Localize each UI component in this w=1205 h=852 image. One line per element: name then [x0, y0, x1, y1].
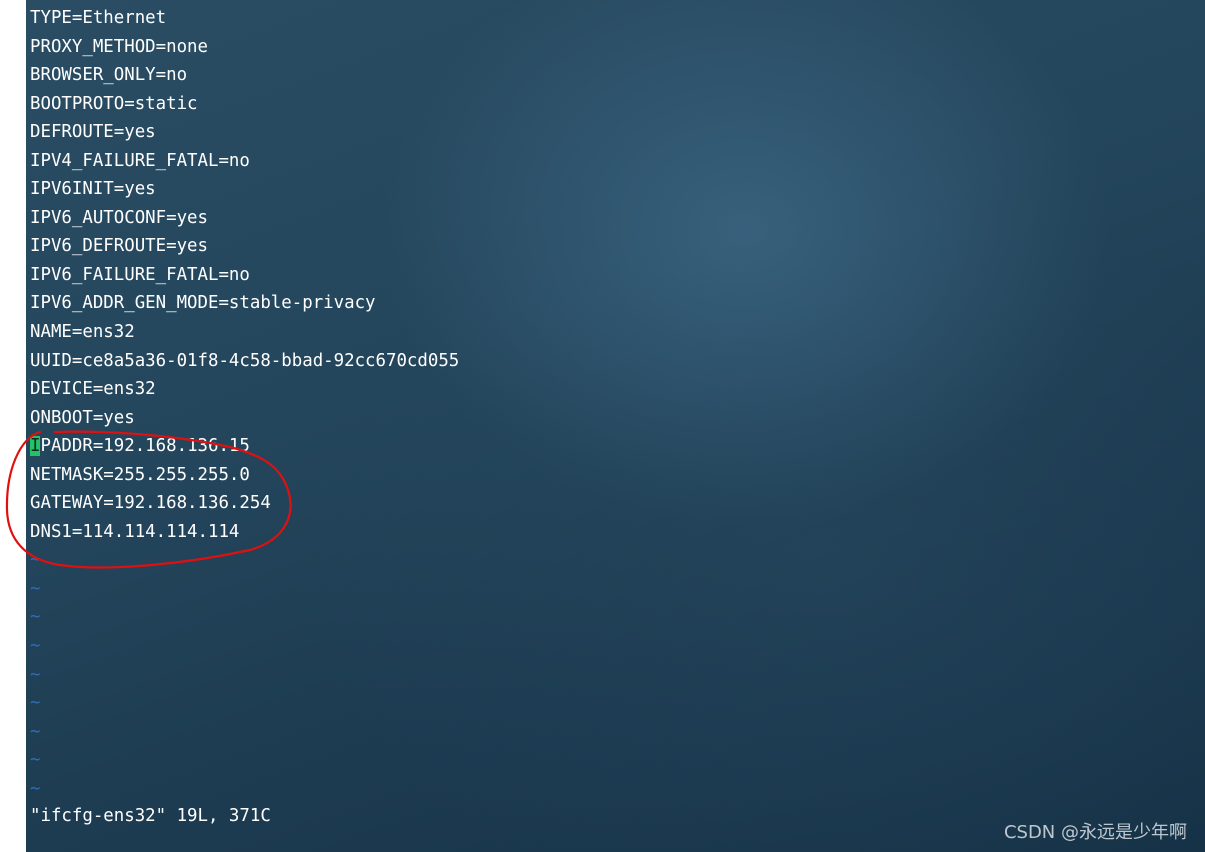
status-line: "ifcfg-ens32" 19L, 371C	[30, 806, 271, 826]
file-line: BOOTPROTO=static	[30, 93, 198, 114]
empty-line-marker: ~	[30, 636, 41, 657]
watermark: CSDN @永远是少年啊	[1003, 822, 1187, 843]
ipaddr-value: PADDR=192.168.136.15	[40, 436, 250, 457]
dns-line: DNS1=114.114.114.114	[30, 521, 240, 542]
empty-line-marker: ~	[30, 750, 41, 771]
editor-buffer[interactable]: TYPE=Ethernet PROXY_METHOD=none BROWSER_…	[30, 4, 459, 803]
file-line: IPV4_FAILURE_FATAL=no	[30, 150, 250, 171]
file-line: BROWSER_ONLY=no	[30, 65, 188, 86]
file-line: IPV6_AUTOCONF=yes	[30, 207, 208, 228]
file-line: IPV6_ADDR_GEN_MODE=stable-privacy	[30, 293, 376, 314]
file-line: TYPE=Ethernet	[30, 8, 167, 28]
empty-line-marker: ~	[30, 664, 41, 685]
cursor-line[interactable]: IPADDR=192.168.136.15	[30, 432, 459, 461]
gateway-line: GATEWAY=192.168.136.254	[30, 493, 271, 514]
file-line: IPV6_DEFROUTE=yes	[30, 236, 208, 257]
file-line: PROXY_METHOD=none	[30, 36, 208, 57]
text-cursor: I	[30, 436, 41, 457]
file-line: DEFROUTE=yes	[30, 122, 156, 143]
empty-line-marker: ~	[30, 693, 41, 714]
empty-line-marker: ~	[30, 578, 41, 599]
terminal-window[interactable]: TYPE=Ethernet PROXY_METHOD=none BROWSER_…	[26, 0, 1205, 852]
empty-line-marker: ~	[30, 550, 41, 571]
file-line: ONBOOT=yes	[30, 407, 135, 428]
file-line: NAME=ens32	[30, 322, 135, 343]
empty-line-marker: ~	[30, 721, 41, 742]
file-line: UUID=ce8a5a36-01f8-4c58-bbad-92cc670cd05…	[30, 350, 460, 371]
file-line: IPV6_FAILURE_FATAL=no	[30, 264, 250, 285]
file-line: IPV6INIT=yes	[30, 179, 156, 200]
empty-line-marker: ~	[30, 607, 41, 628]
file-line: DEVICE=ens32	[30, 379, 156, 400]
netmask-line: NETMASK=255.255.255.0	[30, 464, 250, 485]
empty-line-marker: ~	[30, 778, 41, 799]
